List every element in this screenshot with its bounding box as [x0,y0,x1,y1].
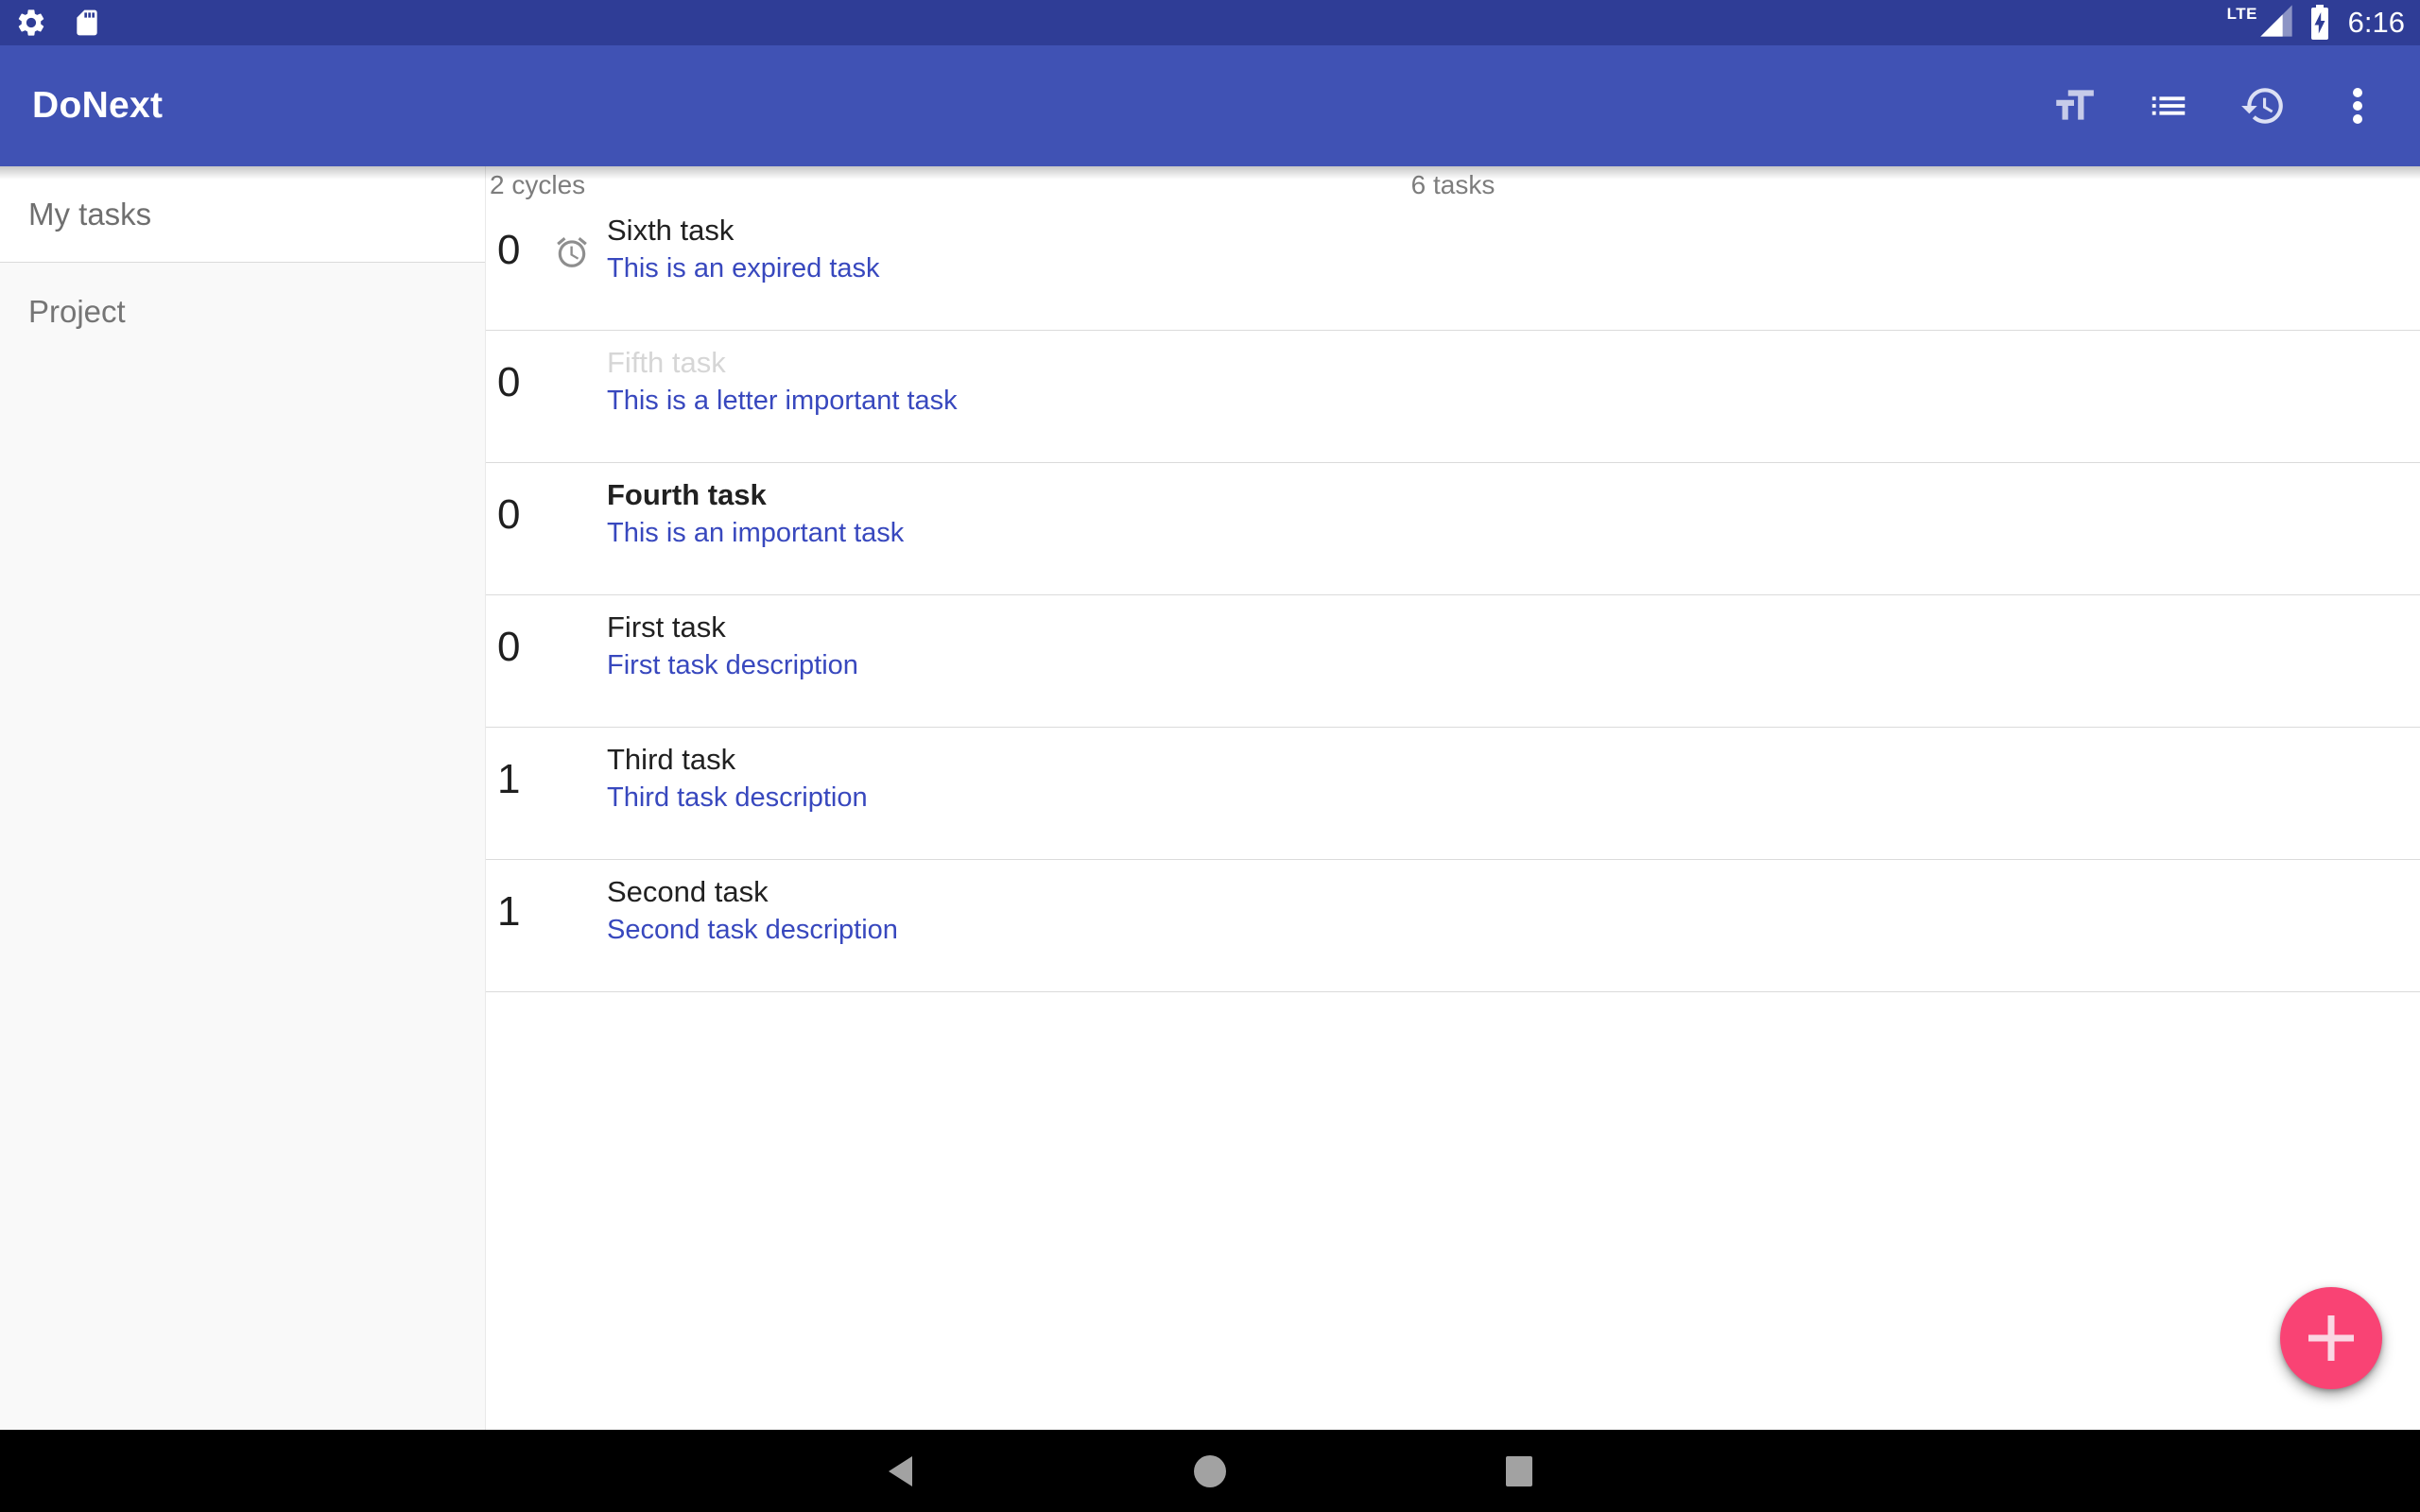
task-text-block: Fifth task This is a letter important ta… [607,331,958,462]
task-row[interactable]: 0 Sixth task This is an expired task [486,198,2420,331]
task-count-column: 0 [486,463,607,594]
task-title: First task [607,609,858,646]
task-title: Fifth task [607,344,958,382]
sidebar-item-project[interactable]: Project [0,263,485,361]
network-type-label: LTE [2227,5,2257,24]
alarm-icon [554,234,590,270]
signal-icon: LTE [2227,3,2295,43]
task-count-column: 0 [486,198,607,330]
sidebar-item-my-tasks[interactable]: My tasks [0,166,485,263]
task-text-block: Second task Second task description [607,860,898,991]
tasks-count-label: 6 tasks [1411,170,1495,200]
task-title: Third task [607,741,868,779]
status-bar: LTE 6:16 [0,0,2420,45]
task-cycle-count: 0 [497,491,520,539]
task-text-block: Third task Third task description [607,728,868,859]
task-cycle-count: 0 [497,227,520,274]
clock-time: 6:16 [2344,6,2405,40]
task-row[interactable]: 0 Fifth task This is a letter important … [486,331,2420,463]
task-row[interactable]: 0 Fourth task This is an important task [486,463,2420,595]
task-description: First task description [607,648,858,682]
task-text-block: Sixth task This is an expired task [607,198,880,330]
task-description: Second task description [607,913,898,947]
task-cycle-count: 1 [497,888,520,936]
task-list: 0 Sixth task This is an expired task 0 F… [486,198,2420,992]
app-bar: DoNext [0,45,2420,166]
task-title: Second task [607,873,898,911]
task-description: Third task description [607,781,868,815]
task-count-column: 0 [486,331,607,462]
history-button[interactable] [2237,79,2290,132]
task-description: This is a letter important task [607,384,958,418]
battery-charging-icon [2307,2,2333,43]
task-cycle-count: 0 [497,624,520,671]
add-task-fab[interactable] [2280,1287,2382,1389]
task-row[interactable]: 0 First task First task description [486,595,2420,728]
sd-card-icon [72,8,102,38]
home-icon [1192,1453,1228,1489]
recents-icon [1503,1453,1535,1489]
overflow-menu-button[interactable] [2331,79,2384,132]
sidebar-item-label: Project [28,294,126,330]
back-button[interactable] [878,1449,924,1494]
app-title: DoNext [32,85,163,127]
task-title: Sixth task [607,212,880,249]
task-row[interactable]: 1 Third task Third task description [486,728,2420,860]
plus-icon [2305,1312,2358,1365]
settings-icon [15,7,47,39]
task-text-block: Fourth task This is an important task [607,463,904,594]
task-cycle-count: 1 [497,756,520,803]
task-title: Fourth task [607,476,904,514]
task-description: This is an important task [607,516,904,550]
task-row[interactable]: 1 Second task Second task description [486,860,2420,992]
sidebar-item-label: My tasks [28,197,151,232]
task-count-column: 1 [486,860,607,991]
list-header: 2 cycles 6 tasks [486,166,2420,198]
task-count-column: 1 [486,728,607,859]
list-view-button[interactable] [2142,79,2195,132]
task-text-block: First task First task description [607,595,858,727]
screen: LTE 6:16 DoNext [0,0,2420,1512]
format-size-button[interactable] [2048,79,2100,132]
back-icon [886,1453,916,1489]
cycles-count-label: 2 cycles [490,170,585,199]
task-description: This is an expired task [607,251,880,285]
home-button[interactable] [1187,1449,1233,1494]
recents-button[interactable] [1496,1449,1542,1494]
sidebar: My tasks Project [0,166,486,1430]
task-cycle-count: 0 [497,359,520,406]
task-list-panel: 2 cycles 6 tasks 0 Sixth task This is an… [486,166,2420,1430]
task-count-column: 0 [486,595,607,727]
navigation-bar [0,1430,2420,1512]
